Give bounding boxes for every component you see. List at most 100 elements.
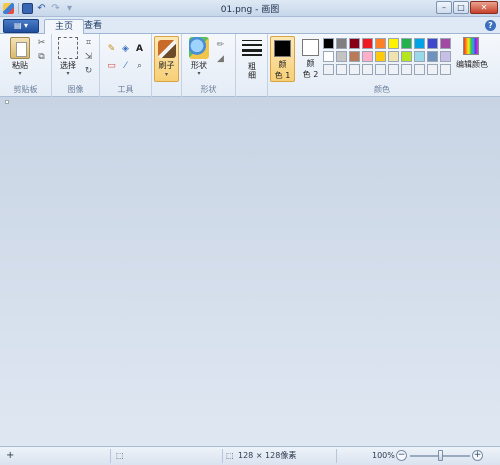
- palette-color-22[interactable]: [349, 64, 360, 75]
- palette-color-17[interactable]: [414, 51, 425, 62]
- zoom-in-button[interactable]: +: [472, 450, 483, 461]
- crop-icon[interactable]: ⌗: [83, 38, 94, 49]
- tab-view[interactable]: 查看: [74, 19, 112, 34]
- size-button[interactable]: 粗 细: [240, 40, 264, 80]
- canvas-workspace[interactable]: [0, 97, 500, 446]
- palette-color-9[interactable]: [440, 38, 451, 49]
- tools-group-label: 工具: [117, 85, 134, 94]
- chevron-down-icon: ▾: [66, 70, 70, 77]
- palette-color-11[interactable]: [336, 51, 347, 62]
- size-group: 粗 细: [236, 34, 268, 97]
- customize-quick-access-icon[interactable]: ▾: [64, 3, 75, 14]
- edit-colors-icon: [463, 37, 479, 55]
- chevron-down-icon: ▾: [164, 71, 168, 78]
- palette-color-14[interactable]: [375, 51, 386, 62]
- paste-label: 粘贴: [12, 61, 28, 70]
- zoom-slider-thumb[interactable]: [438, 450, 443, 461]
- eraser-icon[interactable]: ▭: [106, 61, 117, 72]
- palette-color-0[interactable]: [323, 38, 334, 49]
- paint-menu-button[interactable]: ▤ ▾: [3, 19, 39, 33]
- palette-color-19[interactable]: [440, 51, 451, 62]
- palette-color-3[interactable]: [362, 38, 373, 49]
- palette-color-20[interactable]: [323, 64, 334, 75]
- color1-label-line2: 色 1: [274, 71, 291, 80]
- minimize-button[interactable]: –: [436, 1, 452, 14]
- brush-button[interactable]: 刷子 ▾: [154, 36, 179, 82]
- select-button[interactable]: 选择 ▾: [56, 37, 80, 77]
- palette-color-18[interactable]: [427, 51, 438, 62]
- palette-color-12[interactable]: [349, 51, 360, 62]
- chevron-down-icon: ▾: [197, 70, 201, 77]
- paste-button[interactable]: 粘贴 ▾: [8, 37, 32, 77]
- palette-color-27[interactable]: [414, 64, 425, 75]
- title-bar: ↶ ↷ ▾ 01.png - 画图 – □ ✕: [0, 0, 500, 17]
- color2-label-line2: 色 2: [302, 70, 319, 79]
- status-separator: [336, 449, 337, 463]
- ribbon: 粘贴 ▾ ✂ ⧉ 剪贴板 选择 ▾ ⌗ ⇲ ↻ 图像 ✎ ◈ A ▭ ⁄ ⌕ 工…: [0, 34, 500, 97]
- maximize-button[interactable]: □: [453, 1, 469, 14]
- ribbon-tab-row: ▤ ▾ 主页 查看 ?: [0, 17, 500, 34]
- redo-icon[interactable]: ↷: [50, 3, 61, 14]
- close-button[interactable]: ✕: [470, 1, 498, 14]
- pencil-icon[interactable]: ✎: [106, 44, 117, 55]
- color2-label-line1: 颜: [306, 59, 315, 68]
- palette-color-29[interactable]: [440, 64, 451, 75]
- paste-icon: [10, 37, 30, 59]
- palette-color-13[interactable]: [362, 51, 373, 62]
- canvas-image[interactable]: [5, 100, 9, 104]
- palette-color-28[interactable]: [427, 64, 438, 75]
- help-icon[interactable]: ?: [485, 20, 496, 31]
- palette-color-1[interactable]: [336, 38, 347, 49]
- palette-color-15[interactable]: [388, 51, 399, 62]
- palette-color-6[interactable]: [401, 38, 412, 49]
- palette-color-26[interactable]: [401, 64, 412, 75]
- palette-color-24[interactable]: [375, 64, 386, 75]
- color2-button[interactable]: 颜 色 2: [298, 36, 323, 82]
- clipboard-group-label: 剪贴板: [13, 85, 38, 94]
- image-size-icon: ⬚: [226, 451, 234, 460]
- shapes-button[interactable]: 形状 ▾: [187, 37, 211, 77]
- magnifier-icon[interactable]: ⌕: [134, 61, 145, 72]
- shapes-group: 形状 ▾ ✏ ◢ 形状: [182, 34, 236, 97]
- select-label: 选择: [60, 61, 76, 70]
- window-controls: – □ ✕: [435, 1, 498, 14]
- clipboard-group: 粘贴 ▾ ✂ ⧉ 剪贴板: [0, 34, 52, 97]
- palette-color-5[interactable]: [388, 38, 399, 49]
- rotate-icon[interactable]: ↻: [83, 66, 94, 77]
- brushes-group: 刷子 ▾: [152, 34, 182, 97]
- palette-color-16[interactable]: [401, 51, 412, 62]
- color1-button[interactable]: 颜 色 1: [270, 36, 295, 82]
- palette-color-7[interactable]: [414, 38, 425, 49]
- palette-color-23[interactable]: [362, 64, 373, 75]
- color-picker-icon[interactable]: ⁄: [120, 61, 131, 72]
- edit-colors-button[interactable]: 编辑颜色: [456, 37, 488, 70]
- shapes-group-label: 形状: [200, 85, 217, 94]
- tools-group: ✎ ◈ A ▭ ⁄ ⌕ 工具: [100, 34, 152, 97]
- undo-icon[interactable]: ↶: [36, 3, 47, 14]
- palette-color-8[interactable]: [427, 38, 438, 49]
- palette-color-25[interactable]: [388, 64, 399, 75]
- zoom-out-button[interactable]: −: [396, 450, 407, 461]
- text-icon[interactable]: A: [134, 44, 145, 55]
- shapes-label: 形状: [191, 61, 207, 70]
- cut-icon[interactable]: ✂: [36, 38, 47, 49]
- resize-icon[interactable]: ⇲: [83, 52, 94, 63]
- palette-color-10[interactable]: [323, 51, 334, 62]
- palette-color-4[interactable]: [375, 38, 386, 49]
- image-group: 选择 ▾ ⌗ ⇲ ↻ 图像: [52, 34, 100, 97]
- palette-color-21[interactable]: [336, 64, 347, 75]
- quick-access-separator: [18, 2, 19, 14]
- zoom-level-text: 100%: [372, 451, 395, 460]
- chevron-down-icon: ▾: [18, 70, 22, 77]
- brush-icon: [157, 40, 176, 58]
- save-icon[interactable]: [22, 2, 33, 14]
- copy-icon[interactable]: ⧉: [36, 52, 47, 63]
- shapes-icon: [189, 37, 209, 59]
- paint-app-icon[interactable]: [3, 2, 14, 14]
- palette-color-2[interactable]: [349, 38, 360, 49]
- shape-outline-icon[interactable]: ✏: [215, 40, 226, 51]
- color1-label-line1: 颜: [278, 60, 287, 69]
- shape-fill-icon[interactable]: ◢: [215, 54, 226, 65]
- line-size-icon: [242, 40, 262, 56]
- fill-icon[interactable]: ◈: [120, 44, 131, 55]
